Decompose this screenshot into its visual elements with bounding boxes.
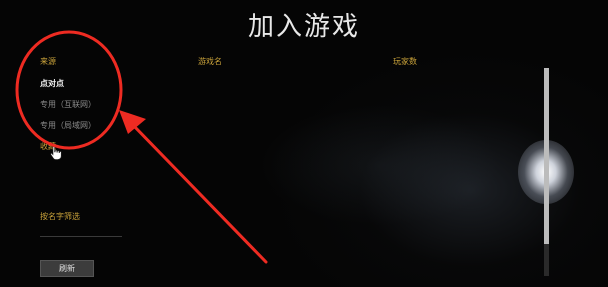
annotation-arrowhead: [119, 110, 146, 134]
annotation-overlay: [15, 30, 268, 264]
annotation-arrow-shaft: [130, 122, 268, 264]
annotation-circle: [15, 30, 123, 150]
join-game-screen: 加入游戏 来源 游戏名 玩家数 点对点 专用（互联网） 专用（局域网） 收藏 按…: [0, 0, 608, 287]
